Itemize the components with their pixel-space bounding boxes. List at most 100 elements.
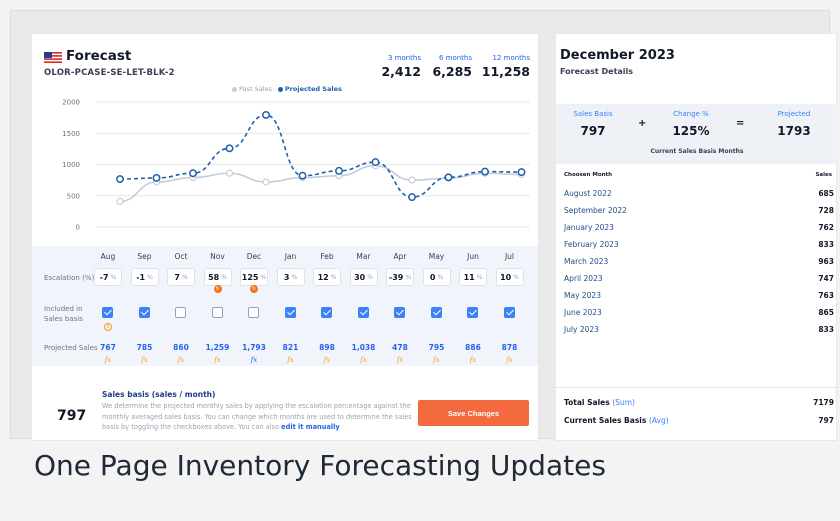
current-hint: (Avg) (648, 416, 669, 425)
escalation-input[interactable]: 3% (276, 268, 305, 286)
escalation-input[interactable]: 12% (313, 268, 341, 286)
included-checkbox[interactable] (284, 307, 296, 318)
edit-manually-link[interactable]: edit it manually (281, 423, 340, 431)
basis-month-row: January 2023 762 (564, 223, 834, 232)
past-sales-point (116, 197, 124, 205)
past-sales-point (225, 169, 234, 177)
projected-sales-value: 795 (428, 343, 445, 352)
included-checkbox[interactable] (138, 307, 150, 318)
formula-icon[interactable]: fx (419, 356, 455, 364)
save-changes-button[interactable]: Save Changes (418, 400, 529, 426)
totals: Total Sales (Sum) 7179 Current Sales Bas… (556, 387, 838, 440)
escalation-value: 58 (208, 272, 220, 282)
escalation-input[interactable]: 11% (459, 268, 487, 286)
month-name: June 2023 (564, 308, 602, 317)
total-value: 7179 (813, 398, 834, 407)
included-checkbox[interactable] (394, 307, 405, 318)
calc-label: Sales Basis (573, 110, 613, 118)
formula-icon[interactable]: fx (382, 356, 418, 364)
projected-sales-point (408, 193, 416, 202)
calculation-box: Sales Basis 797 + Change % 125% = Projec… (556, 104, 838, 164)
included-checkbox[interactable] (430, 307, 442, 318)
month-sales: 963 (818, 257, 834, 266)
month-label: May (428, 252, 445, 261)
month-sales: 763 (818, 291, 834, 300)
escalation-input[interactable]: 0% (422, 268, 451, 286)
formula-icon[interactable]: fx (236, 356, 272, 364)
included-checkbox[interactable] (467, 307, 478, 318)
basis-month-row: September 2022 728 (564, 206, 834, 215)
period-label: 6 months (438, 54, 472, 62)
y-tick-label: 1500 (62, 130, 80, 138)
escalation-value: 125 (241, 272, 259, 282)
escalation-input[interactable]: 30% (349, 268, 378, 286)
basis-month-row: April 2023 747 (564, 274, 834, 283)
current-basis-row: Current Sales Basis (Avg) 797 (564, 416, 834, 425)
escalation-input[interactable]: -7% (94, 268, 122, 286)
past-sales-point (408, 176, 416, 184)
calc-projected: Projected 1793 (766, 110, 822, 138)
percent-sign: % (330, 273, 337, 281)
projected-sales-point (116, 175, 124, 184)
escalation-input[interactable]: 7% (167, 268, 195, 286)
y-tick-label: 500 (67, 192, 80, 200)
formula-icon[interactable]: fx (273, 356, 309, 364)
included-checkbox[interactable] (102, 307, 113, 318)
us-flag-icon (44, 52, 62, 63)
percent-sign: % (437, 273, 444, 281)
included-checkbox[interactable] (211, 307, 223, 318)
basis-month-row: February 2023 833 (564, 240, 834, 249)
month-sales: 865 (818, 308, 834, 317)
formula-icon[interactable]: fx (200, 356, 236, 364)
formula-icon[interactable]: fx (127, 356, 163, 364)
escalation-input[interactable]: -39% (386, 268, 414, 286)
sales-basis-footer: 797 Sales basis (sales / month) We deter… (32, 384, 538, 440)
calc-change: Change % 125% (666, 110, 716, 138)
escalation-input[interactable]: 58% (203, 268, 232, 286)
escalation-value: 12 (317, 272, 329, 282)
included-checkbox[interactable] (357, 307, 369, 318)
month-label: Jan (284, 252, 297, 261)
current-value: 797 (818, 416, 834, 425)
month-label: Mar (356, 252, 371, 261)
included-checkbox[interactable] (175, 307, 186, 318)
formula-icon[interactable]: fx (455, 356, 491, 364)
formula-icon[interactable]: fx (492, 356, 528, 364)
basis-month-row: August 2022 685 (564, 189, 834, 198)
formula-icon[interactable]: fx (309, 356, 345, 364)
included-checkbox[interactable] (248, 307, 259, 318)
escalation-input[interactable]: 10% (495, 268, 524, 286)
info-icon[interactable]: i (104, 323, 112, 331)
period-label: 3 months (387, 54, 421, 62)
period-12-months: 12 months 11,258 (472, 54, 530, 79)
warning-icon[interactable]: ↻ (250, 285, 258, 293)
escalation-input[interactable]: 125% (240, 268, 268, 286)
description-text: We determine the projected monthly sales… (102, 402, 412, 431)
basis-month-row: May 2023 763 (564, 291, 834, 300)
escalation-value: -39 (388, 272, 404, 282)
projected-sales-point (444, 173, 453, 182)
warning-icon[interactable]: ↻ (213, 285, 222, 293)
calc-value: 125% (672, 124, 710, 138)
projected-sales-point (371, 158, 380, 167)
month-label: Sep (137, 252, 152, 261)
formula-icon[interactable]: fx (90, 356, 126, 364)
legend-past[interactable]: Past Sales (232, 85, 272, 93)
legend-projected[interactable]: Projected Sales (277, 85, 342, 93)
month-label: Feb (320, 252, 334, 261)
app-frame: Forecast OLOR-PCASE-SE-LET-BLK-2 3 month… (10, 10, 838, 441)
included-row-label: Included in Sales basis (44, 305, 83, 323)
chart-legend: Past Sales Projected Sales (232, 85, 342, 93)
formula-icon[interactable]: fx (346, 356, 382, 364)
month-name: May 2023 (564, 291, 601, 300)
included-checkbox[interactable] (321, 307, 332, 318)
legend-past-label: Past Sales (239, 85, 272, 93)
past-sales-point (262, 178, 270, 186)
included-checkbox[interactable] (503, 307, 515, 318)
month-label: Apr (393, 252, 407, 261)
escalation-input[interactable]: -1% (130, 268, 159, 286)
sales-header: Sales (815, 172, 832, 178)
total-label: Total Sales (564, 398, 610, 407)
formula-icon[interactable]: fx (163, 356, 199, 364)
calc-sales-basis: Sales Basis 797 (568, 110, 618, 138)
